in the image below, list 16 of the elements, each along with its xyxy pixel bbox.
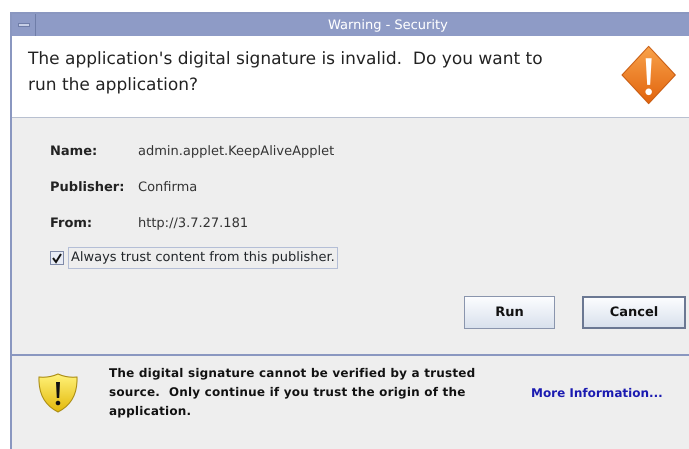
field-value: http://3.7.27.181 [138, 215, 248, 233]
warning-message: The application's digital signature is invalid. Do you want to run the application? [28, 48, 544, 97]
field-value: admin.applet.KeepAliveApplet [138, 143, 334, 161]
shield-warning-icon [37, 372, 79, 414]
field-label: Name: [50, 143, 98, 161]
field-label: Publisher: [50, 179, 126, 197]
trust-checkbox-label[interactable]: Always trust content from this publisher. [68, 247, 338, 268]
footer-message: The digital signature cannot be verified by a trusted source. Only continue if you trust the origin of the application. [109, 365, 476, 420]
trust-checkbox[interactable] [50, 250, 64, 265]
more-information-link[interactable]: More Information... [531, 384, 663, 402]
dialog-button[interactable]: Cancel [582, 296, 686, 329]
window-title: Warning - Security [328, 17, 448, 35]
dialog-button[interactable]: Run [464, 296, 555, 329]
field-label: From: [50, 215, 94, 233]
field-value: Confirma [138, 179, 198, 197]
warning-icon [620, 44, 677, 106]
